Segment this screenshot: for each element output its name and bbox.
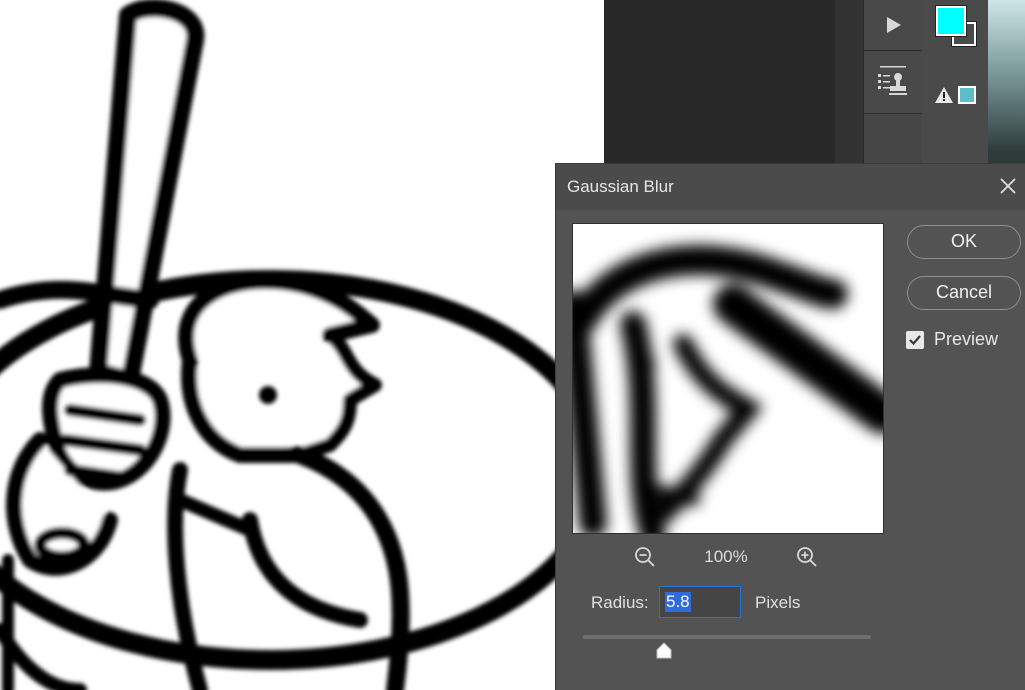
zoom-level: 100% — [704, 547, 748, 566]
stamp-icon — [878, 66, 907, 95]
zoom-in-icon[interactable] — [795, 545, 819, 569]
radius-value: 5.8 — [665, 592, 691, 612]
preview-checkbox[interactable] — [906, 331, 924, 349]
preview-label: Preview — [934, 329, 999, 349]
radius-input[interactable]: 5.8 — [659, 586, 741, 618]
document-canvas[interactable] — [0, 0, 604, 690]
ok-button[interactable]: OK — [907, 225, 1021, 259]
pixels-unit-label: Pixels — [755, 593, 801, 612]
preview-image — [573, 245, 883, 533]
radius-slider-thumb[interactable] — [655, 642, 673, 660]
checkmark-icon — [909, 335, 921, 346]
panel-button-empty[interactable] — [864, 114, 922, 165]
dialog-titlebar[interactable]: Gaussian Blur — [556, 164, 1025, 210]
zoom-out-icon[interactable] — [633, 545, 657, 569]
cancel-button[interactable]: Cancel — [907, 276, 1021, 310]
actions-panel-button[interactable] — [864, 0, 922, 51]
foreground-color-swatch[interactable] — [935, 5, 967, 37]
radius-label: Radius: — [591, 593, 649, 612]
close-icon[interactable] — [996, 174, 1020, 198]
web-safe-color-swatch[interactable] — [958, 86, 976, 104]
radius-slider-track[interactable] — [583, 635, 871, 639]
warning-icon[interactable] — [934, 86, 954, 104]
dialog-title: Gaussian Blur — [567, 177, 674, 196]
gaussian-blur-dialog: Gaussian Blur 100% Radius: 5.8 Pixels OK… — [555, 163, 1025, 690]
clone-source-panel-button[interactable] — [864, 51, 922, 114]
baseball-player-artwork — [0, 0, 604, 690]
blur-preview[interactable] — [572, 223, 884, 534]
play-icon — [887, 17, 901, 33]
